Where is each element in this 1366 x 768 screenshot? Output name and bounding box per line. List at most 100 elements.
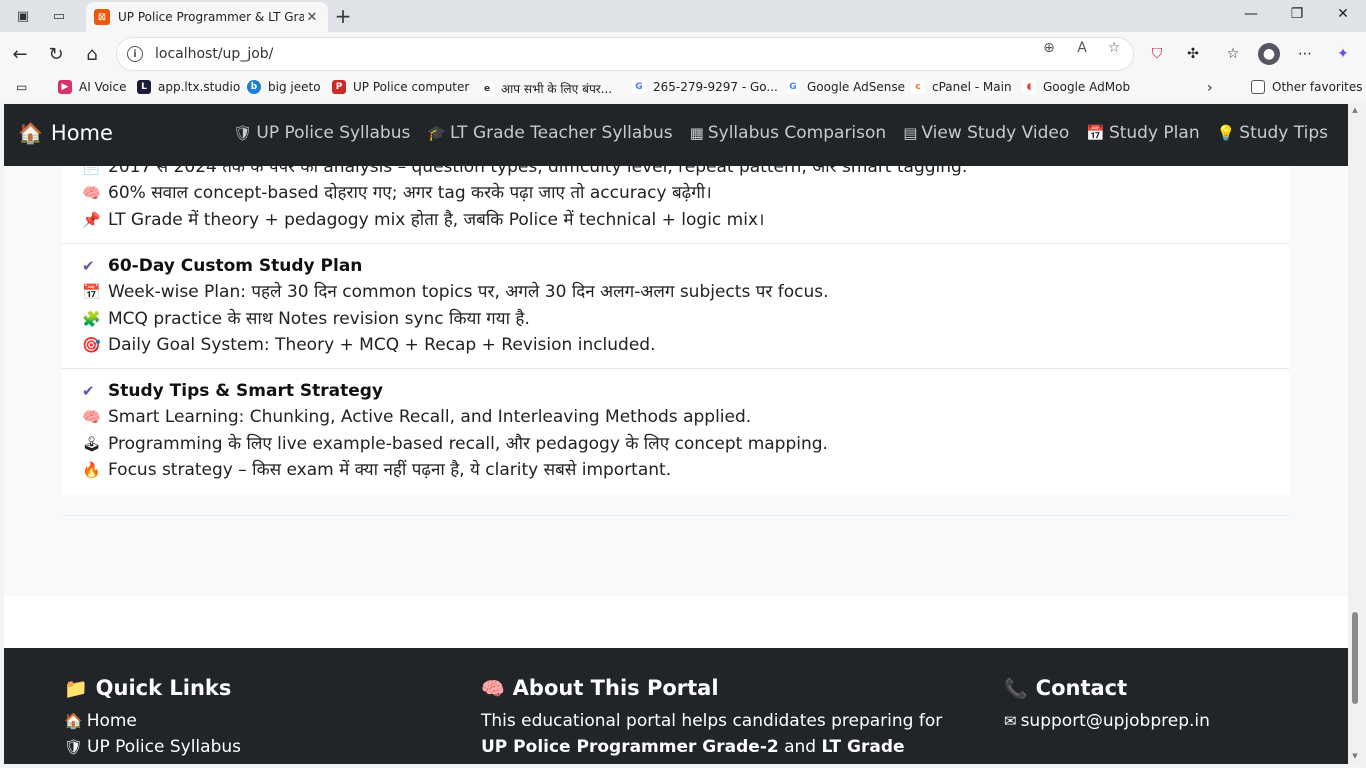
- target-icon: 🎯: [82, 336, 101, 355]
- folder-icon: [1251, 80, 1265, 94]
- tab-actions-icon[interactable]: ▭: [48, 6, 70, 26]
- list-item: 📌 LT Grade में theory + pedagogy mix होता…: [82, 207, 1269, 233]
- home-brand-link[interactable]: 🏠 Home: [18, 121, 113, 145]
- journal-icon: ▤: [903, 124, 918, 142]
- copilot-icon[interactable]: ✦: [1332, 43, 1354, 65]
- contact-email: support@upjobprep.in: [1020, 711, 1210, 731]
- favorites-icon[interactable]: ☆: [1222, 43, 1244, 65]
- bookmark-item[interactable]: b big jeeto: [247, 80, 321, 94]
- list-item: 🧩 MCQ practice के साथ Notes revision sync…: [82, 306, 1269, 332]
- bookmark-label: Google AdSense: [807, 80, 905, 94]
- nav-label: Syllabus Comparison: [707, 123, 887, 143]
- extensions-icon[interactable]: ✣: [1182, 43, 1204, 65]
- bookmark-item[interactable]: ◖ Google AdMob: [1022, 80, 1130, 94]
- brain-icon: 🧠: [82, 184, 101, 203]
- close-tab-icon[interactable]: ✕: [304, 10, 320, 25]
- site-navbar: 🏠 Home 🛡 UP Police Syllabus 🎓 LT Grade Teac…: [4, 104, 1348, 166]
- house-icon: 🏠: [18, 121, 43, 145]
- scroll-thumb[interactable]: [1352, 612, 1358, 704]
- line-text: MCQ practice के साथ Notes revision sync …: [108, 308, 530, 329]
- minimize-button[interactable]: —: [1236, 6, 1266, 22]
- site-info-icon[interactable]: i: [127, 46, 143, 62]
- study-tips-section: ✔ Study Tips & Smart Strategy 🧠 Smart Lear…: [62, 369, 1289, 493]
- favorite-star-icon[interactable]: ☆: [1103, 40, 1125, 56]
- new-tab-button[interactable]: +: [332, 4, 354, 28]
- section-title: Study Tips & Smart Strategy: [108, 381, 384, 402]
- bookmark-label: आप सभी के लिए बंपर...: [501, 82, 613, 96]
- zoom-icon[interactable]: ⊕: [1038, 40, 1060, 56]
- shield-icon: 🛡: [64, 738, 84, 756]
- line-text: Daily Goal System: Theory + MCQ + Recap …: [108, 335, 656, 356]
- workspaces-icon[interactable]: ▣: [12, 6, 34, 26]
- nav-lt-grade-syllabus[interactable]: 🎓 LT Grade Teacher Syllabus: [427, 123, 672, 143]
- bookmark-label: cPanel - Main: [932, 80, 1012, 94]
- study-plan-section: ✔ 60-Day Custom Study Plan 📅 Week-wise Pla…: [62, 244, 1289, 370]
- check-icon: ✔: [82, 382, 95, 401]
- cpanel-icon: c: [911, 80, 925, 94]
- list-item: 🎯 Daily Goal System: Theory + MCQ + Recap…: [82, 332, 1269, 358]
- bookmark-item[interactable]: G Google AdSense: [786, 80, 905, 94]
- bookmarks-overflow-chevron-icon[interactable]: ›: [1207, 80, 1213, 96]
- back-button[interactable]: ←: [8, 42, 32, 66]
- nav-label: Study Plan: [1108, 123, 1200, 143]
- bookmark-label: big jeeto: [268, 80, 321, 94]
- list-item: 🕹 Programming के लिए live example-based r…: [82, 431, 1269, 457]
- bookmark-item[interactable]: c cPanel - Main: [911, 80, 1012, 94]
- nav-study-plan[interactable]: 📅 Study Plan: [1086, 123, 1199, 143]
- footer-heading: 📞 Contact: [1004, 676, 1210, 700]
- other-favorites[interactable]: Other favorites: [1251, 80, 1363, 94]
- close-window-button[interactable]: ✕: [1328, 6, 1358, 22]
- nav-up-police-syllabus[interactable]: 🛡 UP Police Syllabus: [233, 123, 410, 143]
- bookmark-item[interactable]: e आप सभी के लिए बंपर...: [480, 80, 612, 97]
- bookmarks-bar: ▭ ▶ AI Voice Lapp.ltx.studio b big jeeto P…: [0, 76, 1366, 100]
- scroll-up-arrow-icon[interactable]: ▲: [1350, 106, 1360, 114]
- profile-avatar[interactable]: ●: [1258, 43, 1280, 65]
- pushpin-icon: 📌: [82, 210, 101, 229]
- about-text-part: This educational portal helps candidates…: [481, 711, 943, 731]
- bookmarks-toggle-icon[interactable]: ▭: [16, 80, 27, 94]
- section-heading: ✔ Study Tips & Smart Strategy: [82, 378, 1269, 404]
- brain-icon: 🧠: [82, 408, 101, 427]
- footer-contact: 📞 Contact ✉ support@upjobprep.in: [1004, 676, 1210, 734]
- contact-email-link[interactable]: ✉ support@upjobprep.in: [1004, 708, 1210, 734]
- footer-heading: 📁 Quick Links: [64, 676, 241, 700]
- extension-shield-icon[interactable]: ⛉: [1146, 43, 1168, 65]
- bookmark-icon: e: [480, 81, 494, 96]
- active-tab[interactable]: ⊠ UP Police Programmer & LT Grade ✕: [86, 2, 328, 32]
- scroll-down-arrow-icon[interactable]: ▼: [1350, 752, 1360, 760]
- footer-link-home[interactable]: 🏠 Home: [64, 708, 241, 734]
- list-item: 📅 Week-wise Plan: पहले 30 दिन common topi…: [82, 279, 1269, 305]
- bookmark-item[interactable]: ▶ AI Voice: [58, 80, 127, 94]
- section-heading: ✔ 60-Day Custom Study Plan: [82, 253, 1269, 279]
- bookmark-item[interactable]: G 265-279-9297 - Go...: [632, 80, 778, 94]
- check-icon: ✔: [82, 257, 95, 276]
- admob-icon: ◖: [1022, 80, 1036, 94]
- address-bar[interactable]: i localhost/up_job/: [116, 37, 1134, 71]
- footer-link-up-police[interactable]: 🛡 UP Police Syllabus: [64, 734, 241, 760]
- calendar-icon: 📅: [82, 283, 101, 302]
- footer-quick-links: 📁 Quick Links 🏠 Home 🛡 UP Police Syllabus: [64, 676, 241, 760]
- google-icon: G: [632, 80, 646, 94]
- home-button[interactable]: ⌂: [80, 42, 104, 66]
- about-text: This educational portal helps candidates…: [481, 708, 951, 764]
- more-options-icon[interactable]: ⋯: [1294, 43, 1316, 65]
- bookmark-item[interactable]: Lapp.ltx.studio: [137, 80, 240, 94]
- read-aloud-icon[interactable]: A: [1071, 40, 1093, 56]
- bookmark-item[interactable]: P UP Police computer: [332, 80, 469, 94]
- maximize-button[interactable]: ❐: [1282, 6, 1312, 22]
- nav-syllabus-comparison[interactable]: ▦ Syllabus Comparison: [690, 123, 887, 143]
- list-item: 🧠 60% सवाल concept-based दोहराए गए; अगर t…: [82, 180, 1269, 206]
- page-scrollbar[interactable]: ▲ ▼: [1348, 104, 1362, 764]
- line-text: Smart Learning: Chunking, Active Recall,…: [108, 407, 752, 428]
- refresh-button[interactable]: ↻: [44, 42, 68, 66]
- lightbulb-icon: 💡: [1216, 124, 1236, 142]
- nav-label: Study Tips: [1239, 123, 1328, 143]
- section-title: 60-Day Custom Study Plan: [108, 256, 363, 277]
- graduation-cap-icon: 🎓: [427, 124, 447, 142]
- about-text-part: and: [778, 737, 822, 757]
- phone-icon: 📞: [1004, 677, 1028, 700]
- nav-study-tips[interactable]: 💡 Study Tips: [1217, 123, 1328, 143]
- nav-study-video[interactable]: ▤ View Study Video: [903, 123, 1069, 143]
- feature-sections: 📄 2017 से 2024 तक के पेपर का analysis – q…: [62, 144, 1289, 494]
- grid-icon: ▦: [689, 124, 704, 142]
